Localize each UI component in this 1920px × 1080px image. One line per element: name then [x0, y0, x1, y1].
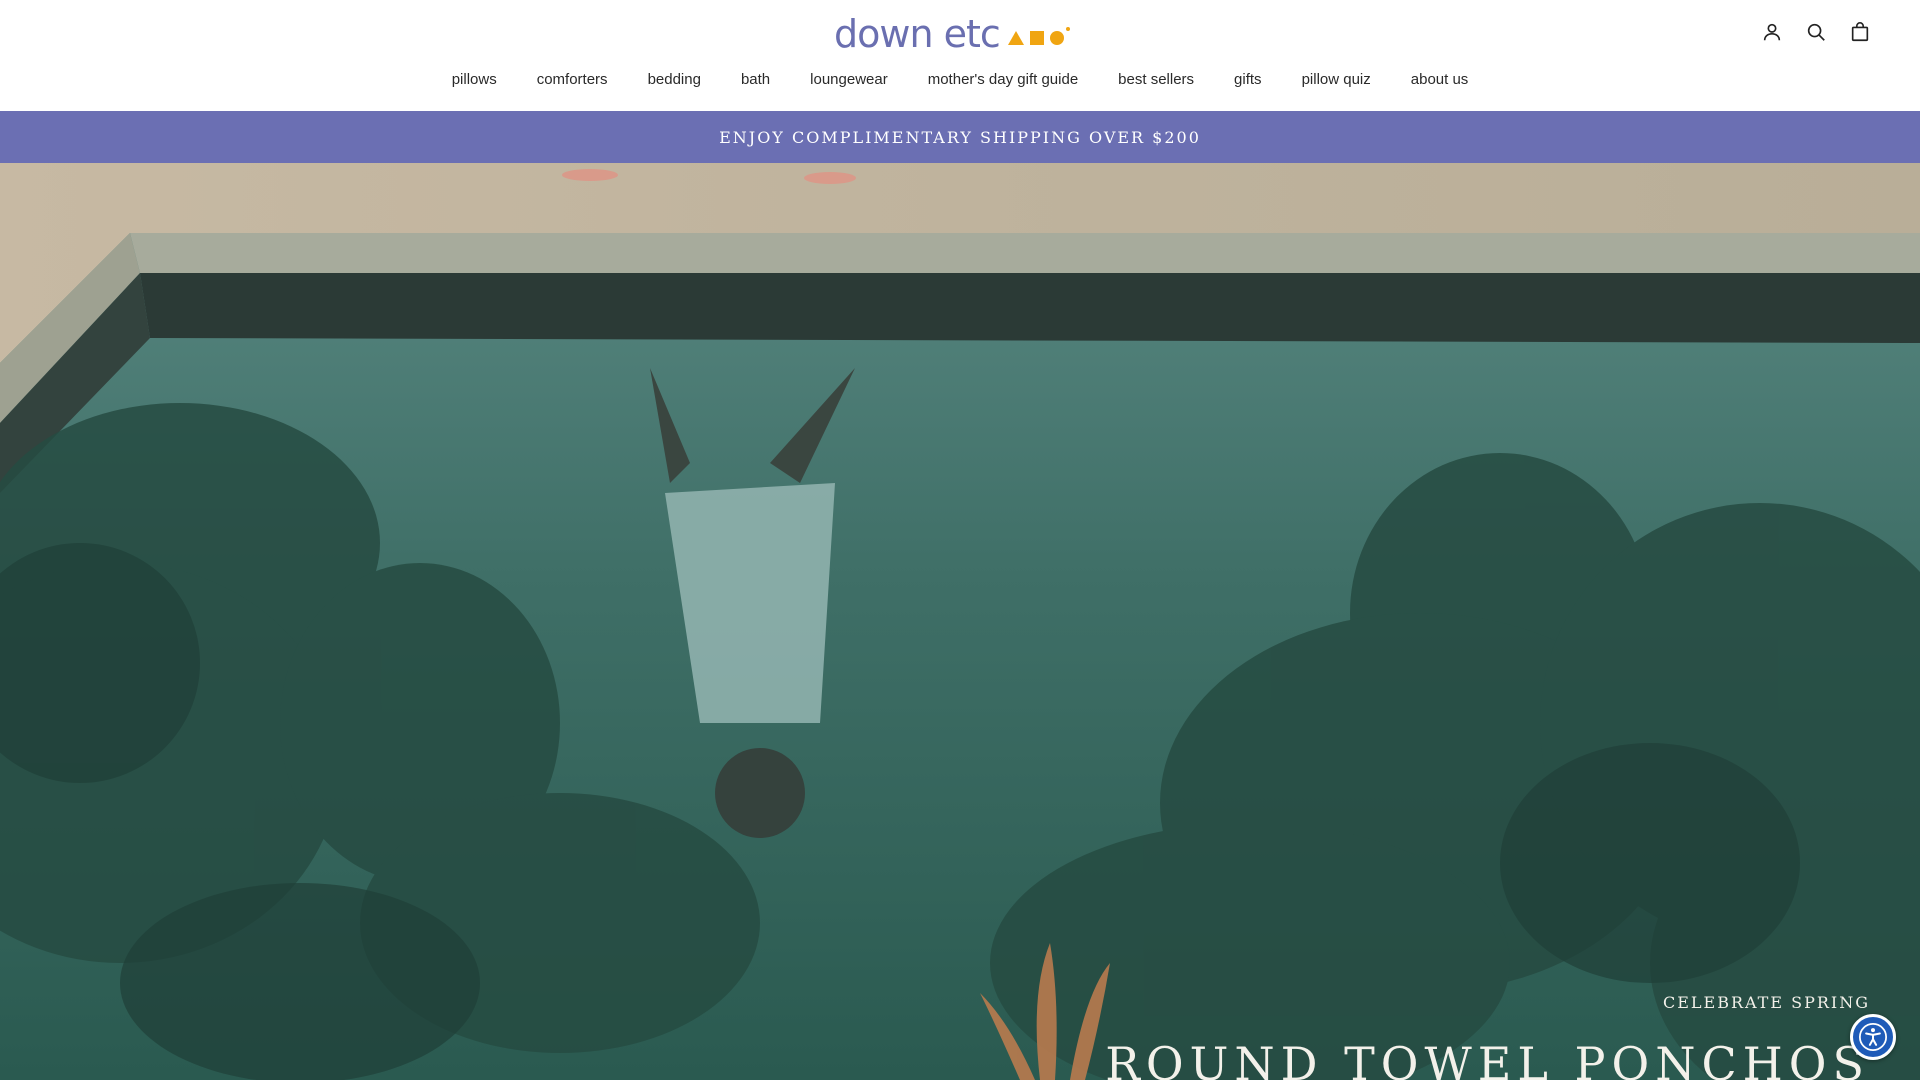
nav-item-loungewear[interactable]: loungewear [810, 71, 888, 88]
nav-item-pillow-quiz[interactable]: pillow quiz [1302, 71, 1371, 88]
nav-item-best-sellers[interactable]: best sellers [1118, 71, 1194, 88]
nav-item-mothers-day-gift-guide[interactable]: mother's day gift guide [928, 71, 1078, 88]
search-icon[interactable] [1804, 20, 1828, 44]
nav-item-gifts[interactable]: gifts [1234, 71, 1262, 88]
accessibility-icon [1859, 1023, 1887, 1051]
site-header: down etc pillows comforters bedding bath… [0, 0, 1920, 111]
promo-text: ENJOY COMPLIMENTARY SHIPPING OVER $200 [719, 127, 1201, 147]
header-icons [1760, 20, 1872, 44]
logo-square-shape [1029, 31, 1044, 45]
hero-banner[interactable]: CELEBRATE SPRING ROUND TOWEL PONCHOS [0, 163, 1920, 1080]
cart-icon[interactable] [1848, 20, 1872, 44]
hero-image [0, 163, 1920, 1080]
logo-text: down etc [834, 12, 1001, 56]
nav-item-bath[interactable]: bath [741, 71, 770, 88]
nav-item-bedding[interactable]: bedding [648, 71, 701, 88]
promo-bar[interactable]: ENJOY COMPLIMENTARY SHIPPING OVER $200 [0, 111, 1920, 163]
hero-eyebrow: CELEBRATE SPRING [1662, 993, 1870, 1012]
logo-circle-shape [1049, 27, 1070, 45]
logo-shapes [1007, 23, 1070, 45]
main-nav: pillows comforters bedding bath loungewe… [0, 66, 1920, 92]
logo-triangle-shape [1007, 31, 1024, 45]
nav-item-pillows[interactable]: pillows [452, 71, 497, 88]
nav-item-about-us[interactable]: about us [1411, 71, 1469, 88]
account-icon[interactable] [1760, 20, 1784, 44]
nav-item-comforters[interactable]: comforters [537, 71, 608, 88]
hero-title: ROUND TOWEL PONCHOS [1105, 1037, 1870, 1080]
brand-logo[interactable]: down etc [834, 12, 1070, 56]
accessibility-button[interactable] [1850, 1014, 1896, 1060]
